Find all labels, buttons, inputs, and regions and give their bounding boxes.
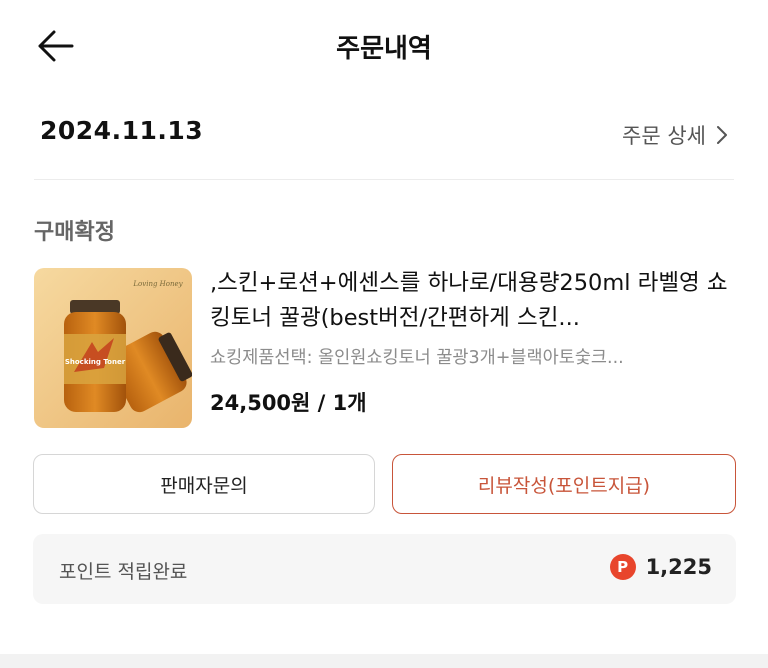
product-thumbnail[interactable]: Shocking Toner Loving Honey <box>34 268 192 428</box>
section-separator <box>0 654 768 668</box>
product-info: ,스킨+로션+에센스를 하나로/대용량250ml 라벨영 쇼킹토너 꿀광(bes… <box>210 266 736 417</box>
points-box: 포인트 적립완료 P 1,225 <box>33 534 736 604</box>
order-detail-link[interactable]: 주문 상세 <box>622 120 728 150</box>
thumb-brand: Loving Honey <box>132 280 183 288</box>
order-status: 구매확정 <box>34 220 115 245</box>
point-coin-icon: P <box>609 554 636 580</box>
seller-inquiry-button[interactable]: 판매자문의 <box>33 454 375 514</box>
order-date-row: 2024.11.13 주문 상세 <box>40 110 734 162</box>
order-detail-label: 주문 상세 <box>622 124 706 148</box>
points-amount: P 1,225 <box>609 554 712 580</box>
order-date: 2024.11.13 <box>40 116 204 145</box>
thumb-label: Shocking Toner <box>65 358 126 366</box>
points-label: 포인트 적립완료 <box>59 561 188 583</box>
chevron-right-icon <box>717 126 727 144</box>
write-review-button[interactable]: 리뷰작성(포인트지급) <box>392 454 736 514</box>
page-title: 주문내역 <box>336 34 432 64</box>
product-image: Shocking Toner Loving Honey <box>34 268 192 428</box>
product-option: 쇼킹제품선택: 올인원쇼킹토너 꿀광3개+블랙아토숯크... <box>210 348 624 368</box>
points-value: 1,225 <box>645 555 712 579</box>
product-price: 24,500원 / 1개 <box>210 391 367 415</box>
divider <box>34 179 734 180</box>
product-name[interactable]: ,스킨+로션+에센스를 하나로/대용량250ml 라벨영 쇼킹토너 꿀광(bes… <box>210 266 736 336</box>
header-bar: 주문내역 <box>0 0 768 92</box>
